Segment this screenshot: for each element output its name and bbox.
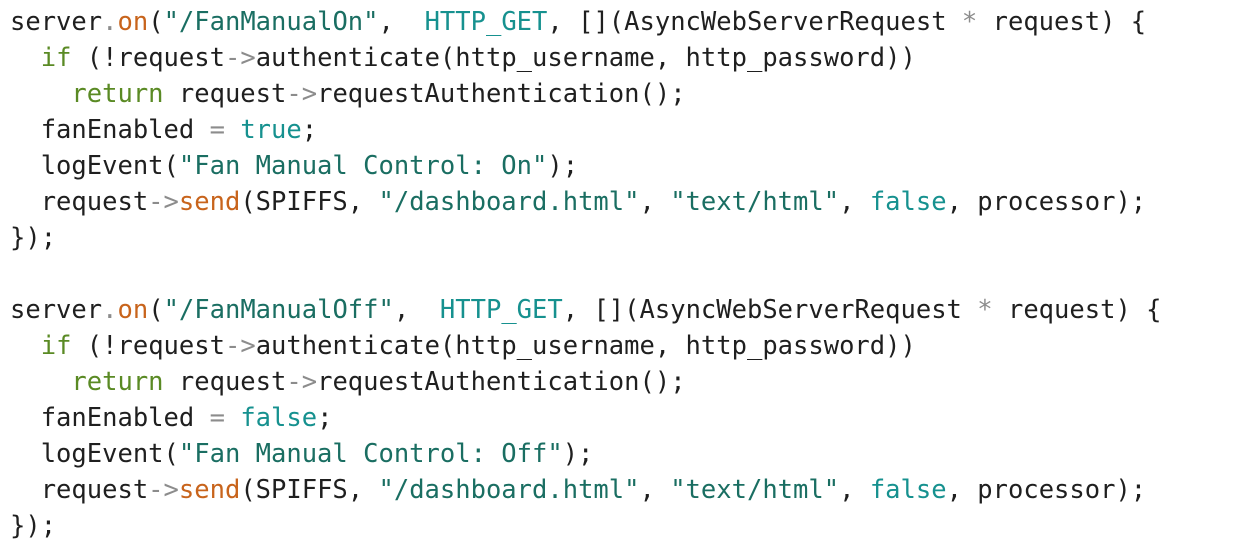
code-line: logEvent("Fan Manual Control: Off");	[10, 436, 1242, 472]
code-token-string: "text/html"	[670, 475, 840, 505]
code-line: if (!request->authenticate(http_username…	[10, 40, 1242, 76]
code-token-plain: (	[148, 295, 164, 325]
code-token-keyword: if	[40, 331, 72, 361]
code-token-op: ->	[286, 367, 318, 397]
code-token-plain: (!request	[71, 331, 225, 361]
code-token-plain: server	[10, 7, 103, 37]
code-token-plain: ,	[393, 295, 440, 325]
code-token-op: ->	[148, 475, 179, 505]
code-token-string: "/dashboard.html"	[378, 187, 640, 217]
code-token-op: =	[209, 403, 225, 433]
code-token-string: "Fan Manual Control: On"	[178, 151, 548, 181]
code-token-plain: authenticate(http_username, http_passwor…	[255, 43, 916, 73]
code-token-plain: fanEnabled	[10, 115, 210, 145]
code-line: request->send(SPIFFS, "/dashboard.html",…	[10, 472, 1242, 508]
code-token-plain: server	[10, 295, 103, 325]
code-token-plain: request) {	[992, 295, 1162, 325]
code-token-plain: requestAuthentication();	[317, 79, 686, 109]
code-line: server.on("/FanManualOn", HTTP_GET, [](A…	[10, 4, 1242, 40]
code-token-plain: request	[10, 187, 149, 217]
code-token-plain: });	[10, 511, 57, 541]
code-line: logEvent("Fan Manual Control: On");	[10, 148, 1242, 184]
code-token-op: *	[961, 7, 978, 37]
code-line: });	[10, 508, 1242, 544]
code-token-plain: requestAuthentication();	[317, 367, 686, 397]
code-token-plain: });	[10, 223, 57, 253]
code-line: fanEnabled = true;	[10, 112, 1242, 148]
code-token-plain: authenticate(http_username, http_passwor…	[255, 331, 916, 361]
code-token-keyword: return	[71, 367, 164, 397]
code-token-plain: ,	[839, 187, 870, 217]
code-block: server.on("/FanManualOn", HTTP_GET, [](A…	[0, 0, 1242, 560]
code-line: if (!request->authenticate(http_username…	[10, 328, 1242, 364]
code-token-plain: ,	[839, 475, 870, 505]
code-token-plain: ;	[317, 403, 333, 433]
code-token-plain: request) {	[977, 7, 1147, 37]
code-token-method: on	[117, 295, 149, 325]
code-token-plain: (	[148, 7, 164, 37]
code-token-const: HTTP_GET	[424, 7, 548, 37]
code-token-plain: (SPIFFS,	[240, 187, 379, 217]
code-token-const: true	[240, 115, 302, 145]
code-token-plain: request	[10, 475, 149, 505]
code-token-string: "/FanManualOff"	[163, 295, 394, 325]
code-token-string: "text/html"	[670, 187, 840, 217]
code-token-plain: fanEnabled	[10, 403, 210, 433]
code-line: return request->requestAuthentication();	[10, 76, 1242, 112]
code-token-plain: ,	[639, 187, 671, 217]
code-token-string: "Fan Manual Control: Off"	[178, 439, 563, 469]
code-token-op: *	[977, 295, 993, 325]
code-token-const: false	[869, 187, 947, 217]
code-token-plain: , [](AsyncWebServerRequest	[547, 7, 962, 37]
code-token-plain: , [](AsyncWebServerRequest	[562, 295, 978, 325]
code-token-plain: (!request	[71, 43, 225, 73]
code-line: return request->requestAuthentication();	[10, 364, 1242, 400]
code-token-op: .	[102, 7, 118, 37]
code-token-op: =	[209, 115, 225, 145]
code-line: fanEnabled = false;	[10, 400, 1242, 436]
code-line: request->send(SPIFFS, "/dashboard.html",…	[10, 184, 1242, 220]
code-token-const: false	[869, 475, 947, 505]
code-token-plain: request	[163, 367, 287, 397]
code-token-string: "/dashboard.html"	[378, 475, 640, 505]
code-token-method: on	[117, 7, 149, 37]
code-token-plain: logEvent(	[10, 151, 179, 181]
code-token-plain: , processor);	[946, 187, 1147, 217]
code-token-plain: );	[562, 439, 594, 469]
code-token-plain: request	[163, 79, 287, 109]
code-line: server.on("/FanManualOff", HTTP_GET, [](…	[10, 292, 1242, 328]
code-token-plain: (SPIFFS,	[240, 475, 379, 505]
code-token-const: false	[240, 403, 318, 433]
code-token-method: send	[178, 475, 241, 505]
code-token-op: ->	[224, 43, 256, 73]
code-token-plain: logEvent(	[10, 439, 179, 469]
code-token-op: ->	[286, 79, 318, 109]
code-token-op: ->	[148, 187, 179, 217]
code-token-keyword: return	[71, 79, 164, 109]
code-token-method: send	[178, 187, 241, 217]
code-token-string: "/FanManualOn"	[163, 7, 379, 37]
code-line: });	[10, 220, 1242, 256]
code-token-plain: ,	[378, 7, 425, 37]
code-token-op: .	[102, 295, 118, 325]
code-token-op: ->	[224, 331, 256, 361]
code-token-plain: ,	[639, 475, 671, 505]
code-token-plain: , processor);	[946, 475, 1147, 505]
code-token-keyword: if	[40, 43, 72, 73]
code-token-const: HTTP_GET	[439, 295, 563, 325]
code-token-plain: ;	[301, 115, 318, 145]
code-token-plain: );	[547, 151, 579, 181]
